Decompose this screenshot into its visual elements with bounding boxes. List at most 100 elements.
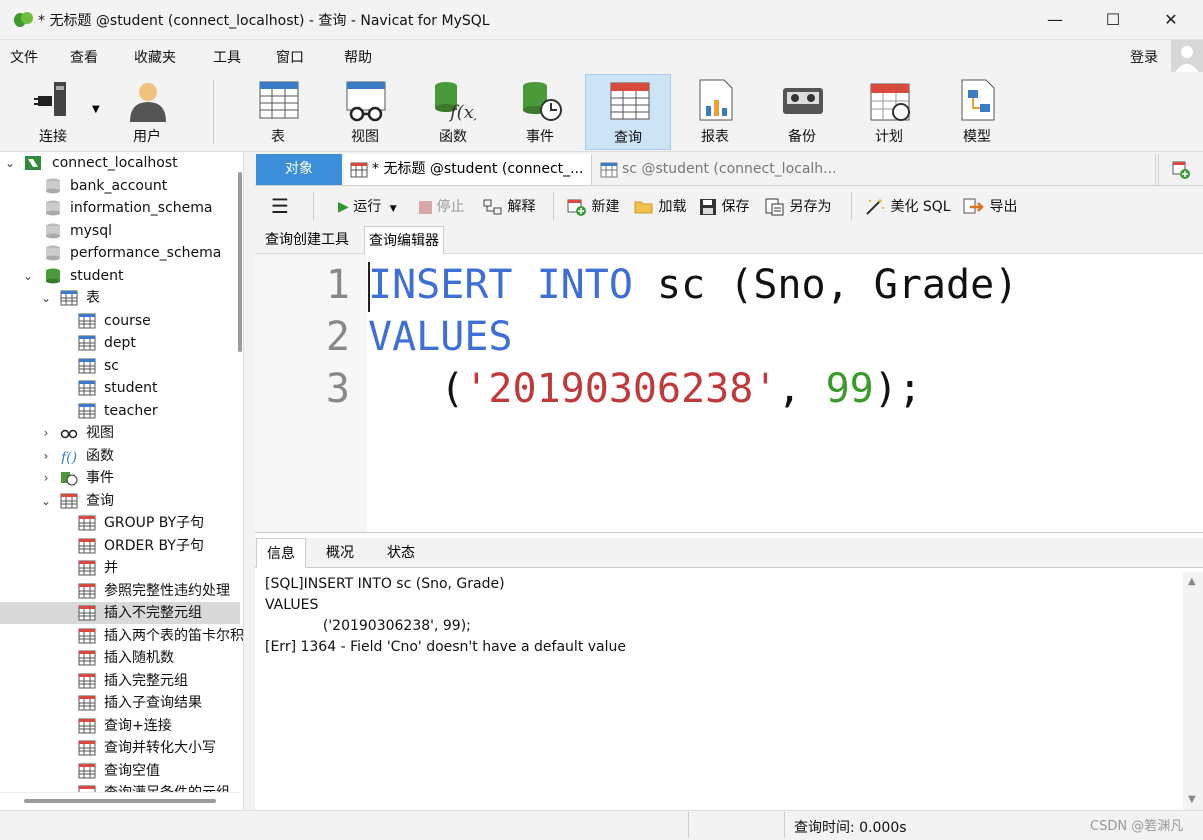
menu-file[interactable]: 文件 xyxy=(10,47,38,67)
tree-table-student[interactable]: student xyxy=(0,377,240,399)
tab-table-sc[interactable]: sc @student (connect_localh... xyxy=(594,154,1156,185)
tree-horizontal-scrollbar[interactable] xyxy=(24,799,216,803)
line-number: 1 xyxy=(325,262,350,308)
menu-window[interactable]: 窗口 xyxy=(276,47,304,67)
schedule-button[interactable]: 计划 xyxy=(846,74,932,150)
tree-query-item[interactable]: 插入子查询结果 xyxy=(0,692,240,714)
expand-arrow-icon[interactable]: ⌄ xyxy=(40,490,52,512)
event-button[interactable]: 事件 xyxy=(497,74,583,150)
sql-keyword: INTO xyxy=(536,262,633,308)
tree-table-sc[interactable]: sc xyxy=(0,355,240,377)
explain-label: 解释 xyxy=(507,199,536,215)
tree-query-item[interactable]: ORDER BY子句 xyxy=(0,535,240,557)
line-number: 2 xyxy=(325,314,350,360)
backup-button[interactable]: 备份 xyxy=(759,74,845,150)
tree-folder-label: 事件 xyxy=(86,470,114,486)
tree-query-item[interactable]: 插入完整元组 xyxy=(0,670,240,692)
export-button[interactable]: 导出 xyxy=(963,196,1017,216)
connect-dropdown-icon[interactable]: ▼ xyxy=(92,104,100,115)
table-button[interactable]: 表 xyxy=(235,74,321,150)
tree-functions-folder[interactable]: › f() 函数 xyxy=(0,445,240,467)
tree-query-item[interactable]: 查询+连接 xyxy=(0,715,240,737)
stop-button[interactable]: 停止 xyxy=(419,196,464,216)
avatar[interactable] xyxy=(1171,40,1203,72)
tree-query-item[interactable]: 并 xyxy=(0,557,240,579)
save-button[interactable]: 保存 xyxy=(699,196,749,216)
report-button[interactable]: 报表 xyxy=(672,74,758,150)
tree-query-item[interactable]: GROUP BY子句 xyxy=(0,512,240,534)
query-button[interactable]: 查询 xyxy=(585,74,671,150)
tree-events-folder[interactable]: › 事件 xyxy=(0,467,240,489)
view-button[interactable]: 视图 xyxy=(322,74,408,150)
tab-info[interactable]: 信息 xyxy=(256,538,306,568)
tree-table-label: teacher xyxy=(104,403,158,419)
tree-views-folder[interactable]: › 视图 xyxy=(0,422,240,444)
tab-profile[interactable]: 概况 xyxy=(316,538,364,568)
menu-help[interactable]: 帮助 xyxy=(344,47,372,67)
tree-query-item[interactable]: 查询满足条件的元组 xyxy=(0,782,240,792)
explain-icon xyxy=(483,199,502,215)
tree-connection[interactable]: ⌄ connect_localhost xyxy=(0,152,240,174)
collapse-arrow-icon[interactable]: › xyxy=(40,422,52,444)
connect-button[interactable]: 连接 xyxy=(10,74,96,150)
new-query-button[interactable]: 新建 xyxy=(567,196,619,216)
save-as-button[interactable]: 另存为 xyxy=(765,196,831,216)
expand-arrow-icon[interactable]: ⌄ xyxy=(40,287,52,309)
tree-query-label: GROUP BY子句 xyxy=(104,515,205,531)
load-button[interactable]: 加载 xyxy=(634,196,686,216)
scroll-down-icon[interactable]: ▼ xyxy=(1188,794,1196,805)
result-vertical-scrollbar[interactable]: ▲ ▼ xyxy=(1183,572,1203,810)
collapse-arrow-icon[interactable]: › xyxy=(40,445,52,467)
tree-db-information-schema[interactable]: information_schema xyxy=(0,197,240,219)
tree-query-item[interactable]: 插入随机数 xyxy=(0,647,240,669)
new-tab-button[interactable] xyxy=(1158,154,1202,185)
menu-hamburger-icon[interactable]: ☰ xyxy=(271,194,289,218)
tab-query-builder[interactable]: 查询创建工具 xyxy=(261,226,353,254)
tab-query-editor[interactable]: 查询编辑器 xyxy=(364,226,444,254)
user-button[interactable]: 用户 xyxy=(104,74,190,150)
tab-query-untitled[interactable]: * 无标题 @student (connect_... xyxy=(344,154,592,185)
tab-objects[interactable]: 对象 xyxy=(256,154,342,185)
function-button[interactable]: f(x) 函数 xyxy=(410,74,496,150)
expand-arrow-icon[interactable]: ⌄ xyxy=(4,152,16,174)
tree-db-performance-schema[interactable]: performance_schema xyxy=(0,242,240,264)
run-button[interactable]: ▶ 运行 ▼ xyxy=(338,196,397,216)
tab-status[interactable]: 状态 xyxy=(377,538,425,568)
tree-table-dept[interactable]: dept xyxy=(0,332,240,354)
tree-vertical-scrollbar[interactable] xyxy=(238,172,242,352)
database-icon xyxy=(46,268,60,284)
tree-db-mysql[interactable]: mysql xyxy=(0,220,240,242)
close-button[interactable]: ✕ xyxy=(1159,8,1183,32)
tree-query-item[interactable]: 插入两个表的笛卡尔积 xyxy=(0,625,243,647)
query-icon xyxy=(350,162,368,178)
tree-query-item-selected[interactable]: 插入不完整元组 xyxy=(0,602,240,624)
tree-query-item[interactable]: 查询并转化大小写 xyxy=(0,737,240,759)
collapse-arrow-icon[interactable]: › xyxy=(40,467,52,489)
sql-text: ( xyxy=(368,366,465,412)
menu-tools[interactable]: 工具 xyxy=(213,47,241,67)
run-dropdown-icon[interactable]: ▼ xyxy=(390,204,397,214)
tree-db-label: mysql xyxy=(70,223,112,239)
scroll-up-icon[interactable]: ▲ xyxy=(1188,576,1196,587)
tree-table-course[interactable]: course xyxy=(0,310,240,332)
model-button[interactable]: 模型 xyxy=(934,74,1020,150)
tree-tables-folder[interactable]: ⌄ 表 xyxy=(0,287,240,309)
explain-button[interactable]: 解释 xyxy=(483,196,535,216)
export-label: 导出 xyxy=(989,199,1018,215)
tree-query-item[interactable]: 参照完整性违约处理 xyxy=(0,580,240,602)
expand-arrow-icon[interactable]: ⌄ xyxy=(22,265,34,287)
menu-favorites[interactable]: 收藏夹 xyxy=(134,47,176,67)
tree-query-item[interactable]: 查询空值 xyxy=(0,760,240,782)
tree-queries-folder[interactable]: ⌄ 查询 xyxy=(0,490,240,512)
menu-view[interactable]: 查看 xyxy=(70,47,98,67)
maximize-button[interactable]: ☐ xyxy=(1101,8,1125,32)
save-as-icon xyxy=(765,198,784,216)
tree-db-bank-account[interactable]: bank_account xyxy=(0,175,240,197)
beautify-sql-button[interactable]: 美化 SQL xyxy=(864,196,951,216)
tree-db-student[interactable]: ⌄ student xyxy=(0,265,240,287)
login-link[interactable]: 登录 xyxy=(1130,47,1158,67)
status-bar xyxy=(0,810,1203,840)
minimize-button[interactable]: — xyxy=(1043,8,1067,32)
tree-table-teacher[interactable]: teacher xyxy=(0,400,240,422)
tree-query-label: 并 xyxy=(104,560,118,576)
